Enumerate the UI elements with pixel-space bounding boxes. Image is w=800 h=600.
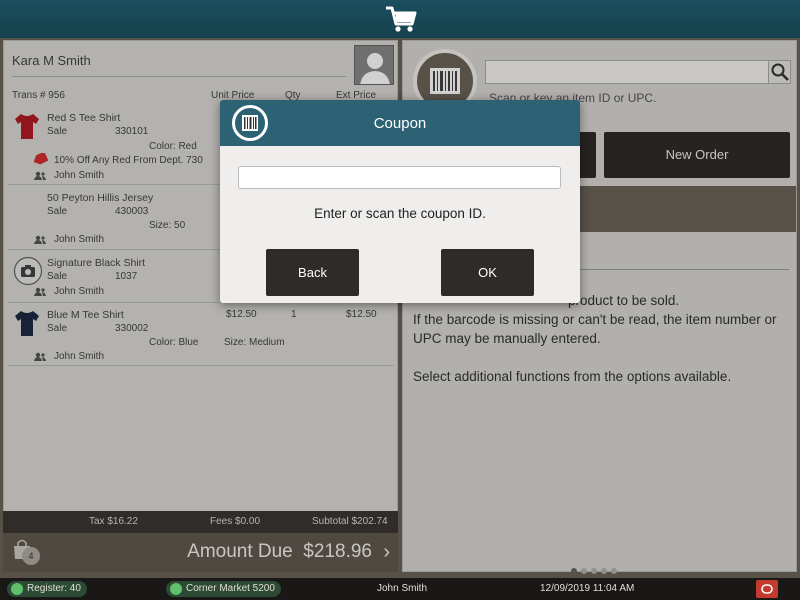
store-label: Corner Market 5200 bbox=[186, 583, 275, 594]
coupon-id-input[interactable] bbox=[238, 166, 561, 189]
coupon-dialog-title: Coupon bbox=[373, 115, 427, 132]
check-icon bbox=[11, 583, 23, 595]
top-bar bbox=[0, 0, 800, 38]
store-status[interactable]: Corner Market 5200 bbox=[166, 581, 281, 597]
status-bar: Register: 40 Corner Market 5200 John Smi… bbox=[0, 578, 800, 600]
ok-button[interactable]: OK bbox=[441, 249, 534, 296]
coupon-dialog: Coupon Enter or scan the coupon ID. Back… bbox=[220, 100, 580, 303]
register-status[interactable]: Register: 40 bbox=[7, 581, 87, 597]
cart-icon[interactable] bbox=[384, 4, 418, 34]
back-button[interactable]: Back bbox=[266, 249, 359, 296]
power-icon bbox=[761, 584, 773, 594]
date-time: 12/09/2019 11:04 AM bbox=[540, 583, 635, 594]
power-button[interactable] bbox=[756, 580, 778, 598]
check-icon bbox=[170, 583, 182, 595]
current-user: John Smith bbox=[377, 583, 428, 594]
coupon-dialog-header: Coupon bbox=[220, 100, 580, 146]
coupon-prompt: Enter or scan the coupon ID. bbox=[314, 206, 486, 221]
register-label: Register: 40 bbox=[27, 583, 81, 594]
